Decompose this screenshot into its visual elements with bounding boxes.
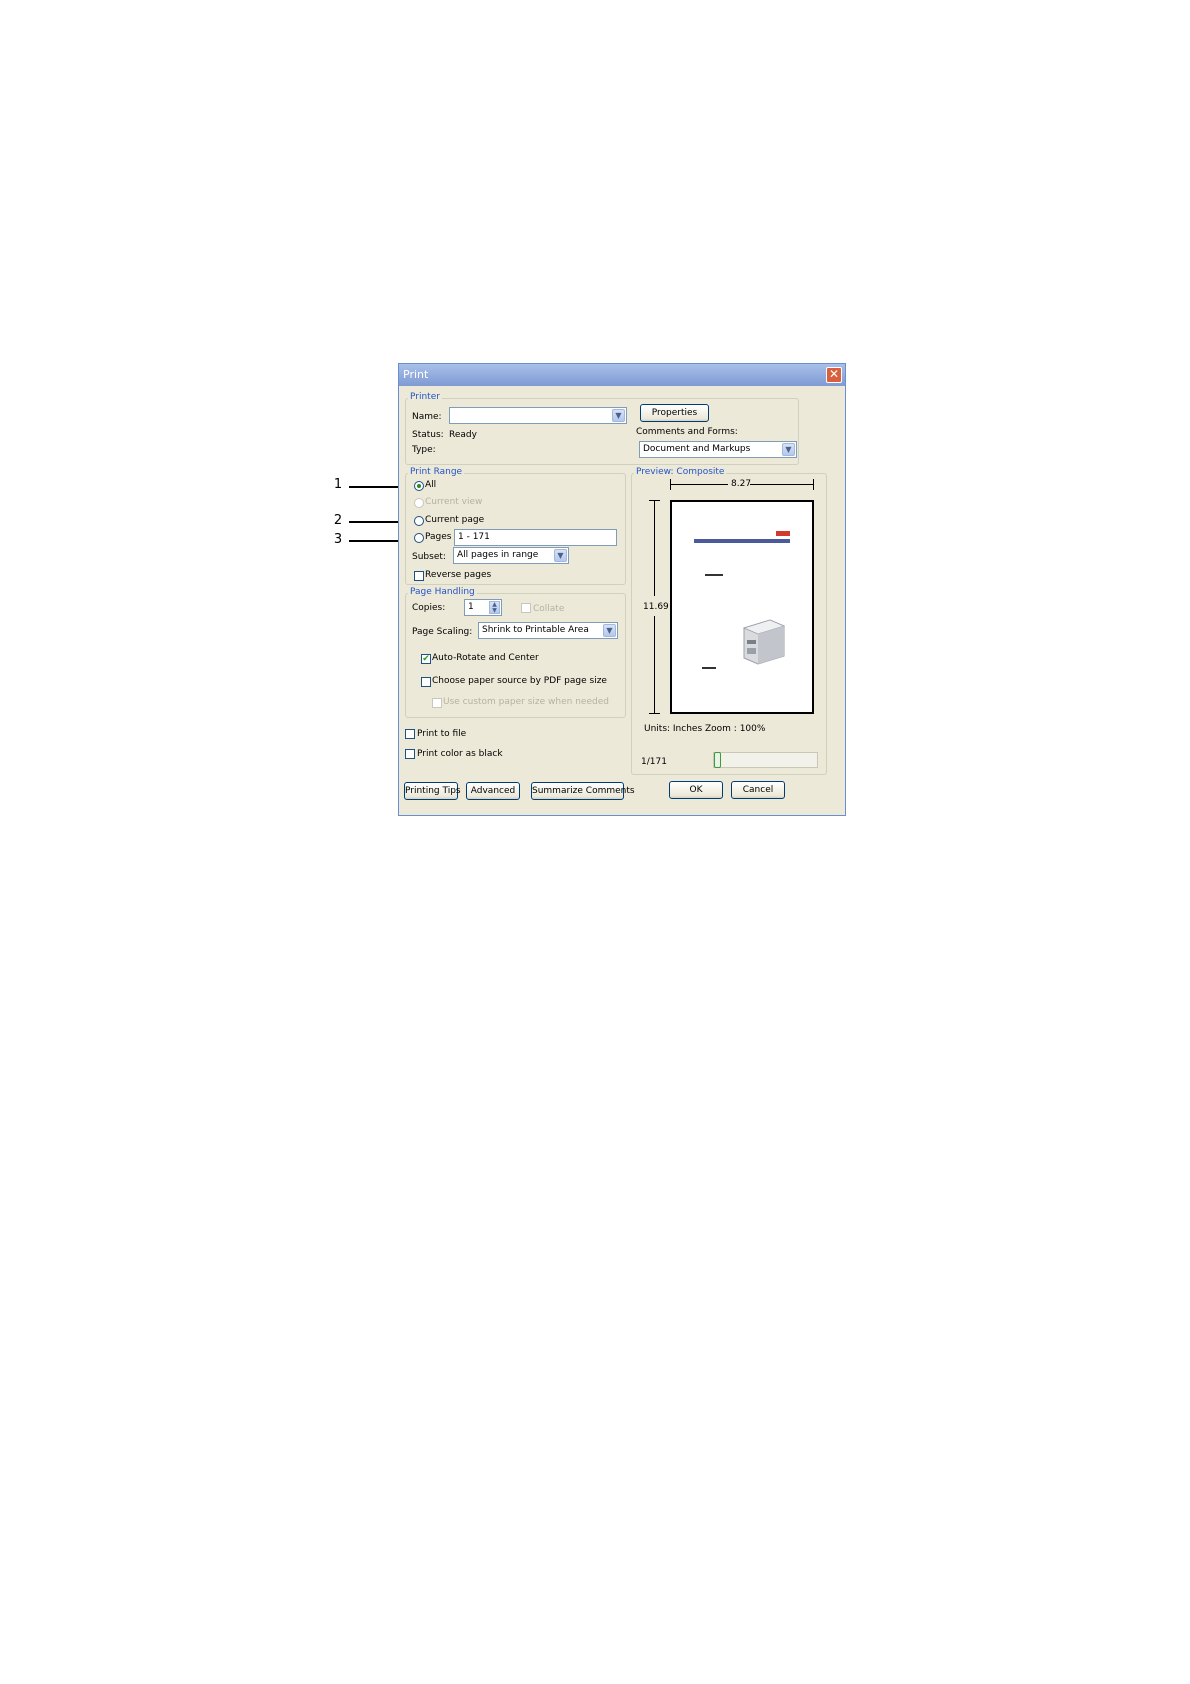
cancel-button[interactable]: Cancel	[731, 781, 785, 799]
width-dim-line-left	[670, 484, 728, 485]
width-dim-tick-left	[670, 479, 671, 490]
units-zoom-label: Units: Inches Zoom : 100%	[644, 724, 766, 734]
comments-forms-value: Document and Markups	[643, 444, 751, 454]
preview-legend: Preview: Composite	[634, 467, 727, 477]
printer-legend: Printer	[408, 392, 442, 402]
radio-pages[interactable]	[414, 533, 424, 543]
auto-rotate-checkbox[interactable]: ✔	[421, 654, 431, 664]
pages-input-value: 1 - 171	[458, 532, 490, 542]
choose-paper-label: Choose paper source by PDF page size	[432, 676, 607, 686]
comments-forms-label: Comments and Forms:	[636, 427, 738, 437]
height-dim-line-top	[654, 500, 655, 596]
ok-button[interactable]: OK	[669, 781, 723, 799]
copies-label: Copies:	[412, 603, 446, 613]
collate-label: Collate	[533, 604, 565, 614]
preview-page-thumbnail	[670, 500, 814, 714]
chevron-down-icon[interactable]: ▼	[782, 443, 795, 456]
print-range-legend: Print Range	[408, 467, 465, 477]
chevron-down-icon[interactable]: ▼	[554, 549, 567, 562]
width-dim-tick-right	[813, 479, 814, 490]
printing-tips-button[interactable]: Printing Tips	[404, 782, 461, 800]
status-value: Ready	[449, 430, 477, 440]
printer-name-select[interactable]: ▼	[449, 407, 627, 424]
height-dim-tick-top	[649, 500, 660, 501]
radio-current-page[interactable]	[414, 516, 424, 526]
radio-all[interactable]	[414, 481, 424, 491]
dialog-title: Print	[403, 368, 429, 381]
radio-current-view[interactable]	[414, 498, 424, 508]
page-scaling-value: Shrink to Printable Area	[482, 625, 589, 635]
callout-1: 1	[333, 477, 343, 492]
subset-select[interactable]: All pages in range ▼	[453, 547, 569, 564]
page-handling-legend: Page Handling	[408, 587, 477, 597]
height-dim-line-bottom	[654, 616, 655, 714]
close-icon: ✕	[828, 367, 840, 381]
title-bar[interactable]: Print ✕	[399, 364, 845, 386]
status-label: Status:	[412, 430, 444, 440]
thumbnail-logo	[776, 531, 790, 536]
reverse-pages-checkbox[interactable]	[414, 571, 424, 581]
chevron-down-icon[interactable]: ▼	[603, 624, 616, 637]
auto-rotate-label: Auto-Rotate and Center	[432, 653, 539, 663]
custom-paper-checkbox[interactable]	[432, 698, 442, 708]
pages-input[interactable]: 1 - 171	[454, 529, 617, 546]
page-scaling-select[interactable]: Shrink to Printable Area ▼	[478, 622, 618, 639]
radio-current-page-label: Current page	[425, 515, 485, 525]
reverse-pages-label: Reverse pages	[425, 570, 492, 580]
copies-value: 1	[468, 602, 474, 612]
subset-label: Subset:	[412, 552, 446, 562]
close-button[interactable]: ✕	[826, 367, 842, 383]
radio-all-label: All	[425, 480, 437, 490]
thumbnail-header-bar	[694, 539, 790, 543]
width-dim-line-right	[750, 484, 814, 485]
type-label: Type:	[412, 445, 436, 455]
subset-value: All pages in range	[457, 550, 539, 560]
thumbnail-printer-image	[740, 614, 786, 666]
print-color-black-label: Print color as black	[417, 749, 503, 759]
properties-button[interactable]: Properties	[640, 404, 709, 422]
page-slider[interactable]	[713, 752, 818, 768]
callout-3: 3	[333, 532, 343, 547]
print-color-black-checkbox[interactable]	[405, 749, 415, 759]
comments-forms-select[interactable]: Document and Markups ▼	[639, 441, 797, 458]
radio-pages-label: Pages	[425, 532, 452, 542]
copies-input[interactable]: 1 ▲ ▼	[464, 599, 502, 616]
radio-current-view-label: Current view	[425, 497, 483, 507]
print-to-file-checkbox[interactable]	[405, 729, 415, 739]
print-to-file-label: Print to file	[417, 729, 467, 739]
chevron-down-icon[interactable]: ▼	[612, 409, 625, 422]
page-scaling-label: Page Scaling:	[412, 627, 473, 637]
preview-width-label: 8.27	[731, 479, 752, 489]
height-dim-tick-bottom	[649, 713, 660, 714]
choose-paper-checkbox[interactable]	[421, 677, 431, 687]
callout-2: 2	[333, 513, 343, 528]
summarize-comments-button[interactable]: Summarize Comments	[531, 782, 635, 800]
collate-checkbox[interactable]	[521, 603, 531, 613]
name-label: Name:	[412, 412, 442, 422]
page-counter: 1/171	[641, 757, 667, 767]
thumbnail-heading	[705, 574, 723, 576]
spinner-icon[interactable]: ▲ ▼	[489, 601, 500, 614]
thumbnail-footer-text	[702, 667, 716, 669]
preview-height-label: 11.69	[643, 602, 669, 612]
page-slider-thumb[interactable]	[714, 752, 721, 768]
custom-paper-label: Use custom paper size when needed	[443, 697, 609, 707]
advanced-button[interactable]: Advanced	[466, 782, 520, 800]
